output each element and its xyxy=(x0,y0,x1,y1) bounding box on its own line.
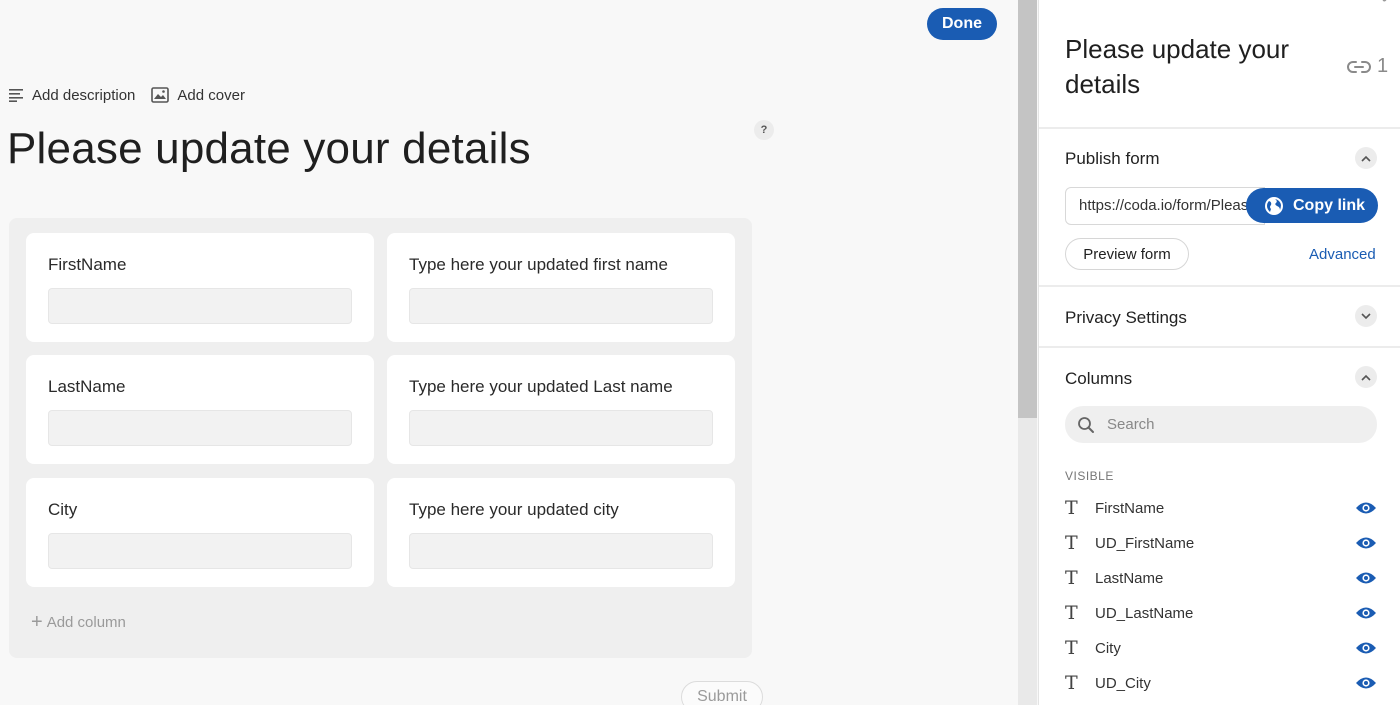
column-item-firstname[interactable]: T FirstName xyxy=(1065,496,1377,520)
divider xyxy=(1039,285,1400,287)
field-card-city[interactable]: City xyxy=(26,478,374,587)
field-label: Type here your updated Last name xyxy=(409,377,673,396)
field-input[interactable] xyxy=(409,410,713,446)
text-type-icon: T xyxy=(1065,567,1078,589)
plus-icon: + xyxy=(31,611,43,633)
field-card-lastname[interactable]: LastName xyxy=(26,355,374,464)
column-item-ud-lastname[interactable]: T UD_LastName xyxy=(1065,601,1377,625)
copy-link-button[interactable]: Copy link xyxy=(1246,188,1378,223)
field-label: City xyxy=(48,500,78,519)
help-icon[interactable]: ? xyxy=(754,120,774,140)
column-item-city[interactable]: T City xyxy=(1065,636,1377,660)
description-icon xyxy=(9,89,23,102)
text-type-icon: T xyxy=(1065,602,1078,624)
text-type-icon: T xyxy=(1065,532,1078,554)
column-name: City xyxy=(1095,639,1121,657)
chevron-down-icon[interactable] xyxy=(1355,305,1377,327)
linked-count[interactable]: 1 xyxy=(1347,55,1388,78)
column-name: UD_LastName xyxy=(1095,604,1194,622)
eye-icon[interactable] xyxy=(1355,606,1377,620)
field-card-ud-lastname[interactable]: Type here your updated Last name xyxy=(387,355,735,464)
eye-icon[interactable] xyxy=(1355,536,1377,550)
form-url-field[interactable]: https://coda.io/form/Please-update-your-… xyxy=(1065,187,1265,225)
field-input[interactable] xyxy=(48,533,352,569)
eye-icon[interactable] xyxy=(1355,641,1377,655)
columns-heading[interactable]: Columns xyxy=(1065,369,1132,389)
add-cover-label: Add cover xyxy=(177,86,245,104)
form-meta-actions: Add description Add cover xyxy=(8,84,245,106)
visible-section-label: VISIBLE xyxy=(1065,469,1114,483)
submit-button[interactable]: Submit xyxy=(681,681,763,705)
preview-form-button[interactable]: Preview form xyxy=(1065,238,1189,270)
column-item-ud-firstname[interactable]: T UD_FirstName xyxy=(1065,531,1377,555)
advanced-link[interactable]: Advanced xyxy=(1309,246,1376,263)
done-button[interactable]: Done xyxy=(927,8,997,40)
search-placeholder: Search xyxy=(1107,416,1155,433)
panel-title: Please update your details xyxy=(1065,34,1290,99)
add-description-button[interactable]: Add description xyxy=(8,87,135,104)
column-name: UD_City xyxy=(1095,674,1151,692)
text-type-icon: T xyxy=(1065,497,1078,519)
page-title[interactable]: Please update your details xyxy=(7,124,531,174)
link-count-value: 1 xyxy=(1377,55,1389,77)
scrollbar-thumb[interactable] xyxy=(1018,0,1037,418)
eye-icon[interactable] xyxy=(1355,501,1377,515)
copy-link-label: Copy link xyxy=(1293,196,1366,214)
column-name: LastName xyxy=(1095,569,1164,587)
column-search-input[interactable]: Search xyxy=(1065,406,1377,443)
text-type-icon: T xyxy=(1065,637,1078,659)
column-item-ud-city[interactable]: T UD_City xyxy=(1065,671,1377,695)
field-card-ud-firstname[interactable]: Type here your updated first name xyxy=(387,233,735,342)
field-input[interactable] xyxy=(48,288,352,324)
divider xyxy=(1039,127,1400,129)
more-options-icon[interactable]: • xyxy=(1382,0,1387,6)
add-column-label: Add column xyxy=(46,613,126,631)
column-name: UD_FirstName xyxy=(1095,534,1195,552)
column-name: FirstName xyxy=(1095,499,1165,517)
eye-icon[interactable] xyxy=(1355,571,1377,585)
chevron-up-icon[interactable] xyxy=(1355,147,1377,169)
field-input[interactable] xyxy=(409,288,713,324)
field-label: Type here your updated first name xyxy=(409,255,668,274)
text-type-icon: T xyxy=(1065,672,1078,694)
link-icon xyxy=(1347,60,1371,73)
column-item-lastname[interactable]: T LastName xyxy=(1065,566,1377,590)
form-settings-panel: • Please update your details 1 Publish f… xyxy=(1038,0,1400,705)
add-column-button[interactable]: + Add column xyxy=(31,611,126,633)
field-label: LastName xyxy=(48,377,126,396)
globe-icon xyxy=(1265,196,1283,215)
search-icon xyxy=(1078,416,1094,433)
chevron-up-icon[interactable] xyxy=(1355,366,1377,388)
publish-form-heading[interactable]: Publish form xyxy=(1065,149,1159,169)
field-label: FirstName xyxy=(48,255,127,274)
eye-icon[interactable] xyxy=(1355,676,1377,690)
field-card-ud-city[interactable]: Type here your updated city xyxy=(387,478,735,587)
field-input[interactable] xyxy=(48,410,352,446)
form-fields-panel: FirstName Type here your updated first n… xyxy=(9,218,752,658)
image-icon xyxy=(151,87,170,103)
field-label: Type here your updated city xyxy=(409,500,619,519)
field-card-firstname[interactable]: FirstName xyxy=(26,233,374,342)
privacy-settings-heading[interactable]: Privacy Settings xyxy=(1065,308,1187,328)
add-description-label: Add description xyxy=(32,86,136,104)
add-cover-button[interactable]: Add cover xyxy=(151,87,245,104)
divider xyxy=(1039,346,1400,348)
form-canvas: Done Add description Add cover ? Please … xyxy=(0,0,1018,705)
field-input[interactable] xyxy=(409,533,713,569)
